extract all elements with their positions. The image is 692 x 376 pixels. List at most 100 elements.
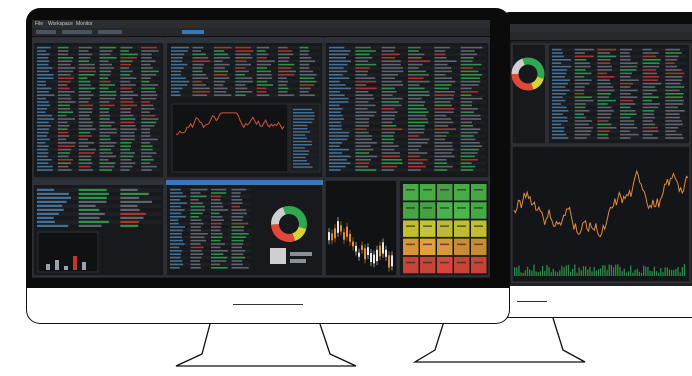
grid-cell (460, 104, 472, 107)
grid-cell (99, 50, 113, 52)
grid-cell (665, 96, 683, 98)
grid-cell (120, 155, 134, 158)
grid-cell (381, 131, 395, 134)
grid-cell (120, 108, 132, 110)
grid-cell (293, 121, 313, 123)
grid-cell (78, 216, 100, 219)
grid-cell (552, 65, 572, 68)
grid-cell (99, 111, 109, 113)
volume-bar (636, 268, 638, 276)
grid-cell (57, 94, 71, 96)
heatmap-tile-label (474, 243, 483, 246)
candle-body (343, 232, 345, 240)
grid-cell (460, 80, 481, 83)
grid-cell (642, 82, 662, 85)
grid-cell (120, 80, 130, 83)
grid-cell (620, 127, 638, 129)
grid-cell (141, 131, 150, 134)
grid-cell (37, 212, 59, 215)
grid-cell (642, 110, 655, 112)
grid-cell (597, 62, 611, 64)
grid-cell (408, 46, 421, 49)
grid-cell (99, 57, 117, 59)
grid-cell (381, 63, 401, 66)
grid-cell (235, 77, 253, 79)
heatmap-tile-label (423, 225, 432, 227)
volume-bar (625, 272, 628, 276)
grid-cell (642, 103, 660, 105)
grid-cell (99, 159, 109, 161)
grid-cell (37, 53, 50, 56)
heatmap-tile-label (474, 225, 483, 227)
grid-cell (171, 91, 180, 93)
grid-cell (408, 91, 430, 93)
grid-cell (574, 103, 586, 105)
grid-cell (170, 209, 185, 211)
grid-cell (256, 67, 267, 69)
grid-cell (460, 84, 479, 86)
grid-cell (192, 46, 204, 49)
grid-cell (278, 63, 295, 66)
grid-cell (642, 120, 653, 122)
grid-cell (460, 94, 472, 96)
grid-cell (190, 219, 202, 221)
grid-cell (190, 222, 204, 225)
heatmap-tile-label (440, 189, 449, 191)
grid-cell (57, 114, 67, 117)
grid-cell (256, 70, 272, 73)
grid-cell (434, 77, 453, 79)
grid-cell (213, 53, 228, 56)
grid-cell (574, 79, 592, 81)
news-panel-header (33, 180, 164, 185)
grid-cell (192, 77, 209, 79)
grid-cell (57, 70, 74, 73)
grid-cell (78, 169, 93, 171)
grid-cell (57, 53, 68, 56)
grid-cell (460, 159, 479, 161)
grid-cell (329, 101, 349, 103)
volume-bar (580, 270, 582, 276)
grid-cell (170, 229, 183, 232)
volume-bar (578, 267, 580, 276)
candle-body (361, 245, 363, 251)
grid-cell (293, 124, 308, 127)
grid-cell (120, 159, 132, 161)
grid-cell (552, 130, 564, 132)
grid-cell (620, 120, 635, 122)
grid-cell (299, 80, 317, 83)
grid-cell (642, 79, 659, 81)
grid-cell (408, 57, 422, 59)
grid-cell (78, 77, 88, 79)
grid-cell (171, 84, 188, 86)
grid-cell (211, 199, 221, 201)
grid-cell (78, 53, 93, 56)
grid-cell (381, 162, 403, 164)
grid-cell (665, 130, 676, 132)
grid-cell (278, 77, 287, 79)
grid-cell (235, 87, 248, 90)
volume-bar (600, 268, 602, 276)
grid-cell (231, 253, 244, 255)
grid-cell (120, 121, 135, 124)
grid-cell (57, 118, 76, 120)
grid-cell (552, 113, 563, 115)
grid-cell (120, 131, 135, 134)
grid-cell (190, 260, 201, 262)
grid-cell (171, 77, 186, 79)
grid-cell (642, 69, 656, 71)
grid-cell (408, 104, 425, 107)
grid-cell (37, 94, 55, 96)
grid-cell (434, 131, 449, 134)
grid-cell (665, 82, 681, 85)
grid-cell (78, 200, 107, 203)
volume-bar (587, 269, 589, 276)
grid-cell (37, 104, 51, 107)
volume-bar (683, 264, 686, 276)
grid-cell (574, 96, 592, 98)
grid-cell (37, 118, 55, 120)
grid-cell (211, 233, 223, 235)
grid-cell (642, 127, 658, 129)
grid-cell (574, 52, 585, 54)
grid-cell (190, 229, 201, 232)
grid-cell (170, 239, 184, 242)
